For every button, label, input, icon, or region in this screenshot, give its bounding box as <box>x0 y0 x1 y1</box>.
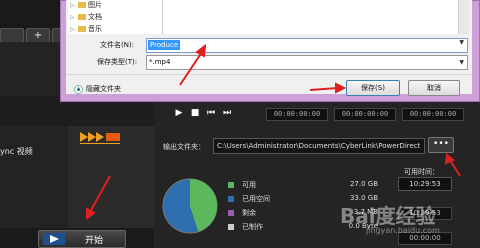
arrow-line <box>179 51 203 86</box>
arrow-line <box>309 87 339 91</box>
annotation-arrows <box>86 43 461 220</box>
arrow-head <box>195 43 207 58</box>
arrow-head <box>335 82 347 94</box>
arrow-head <box>86 207 96 220</box>
arrow-line <box>89 175 111 213</box>
arrow-line <box>449 159 461 177</box>
